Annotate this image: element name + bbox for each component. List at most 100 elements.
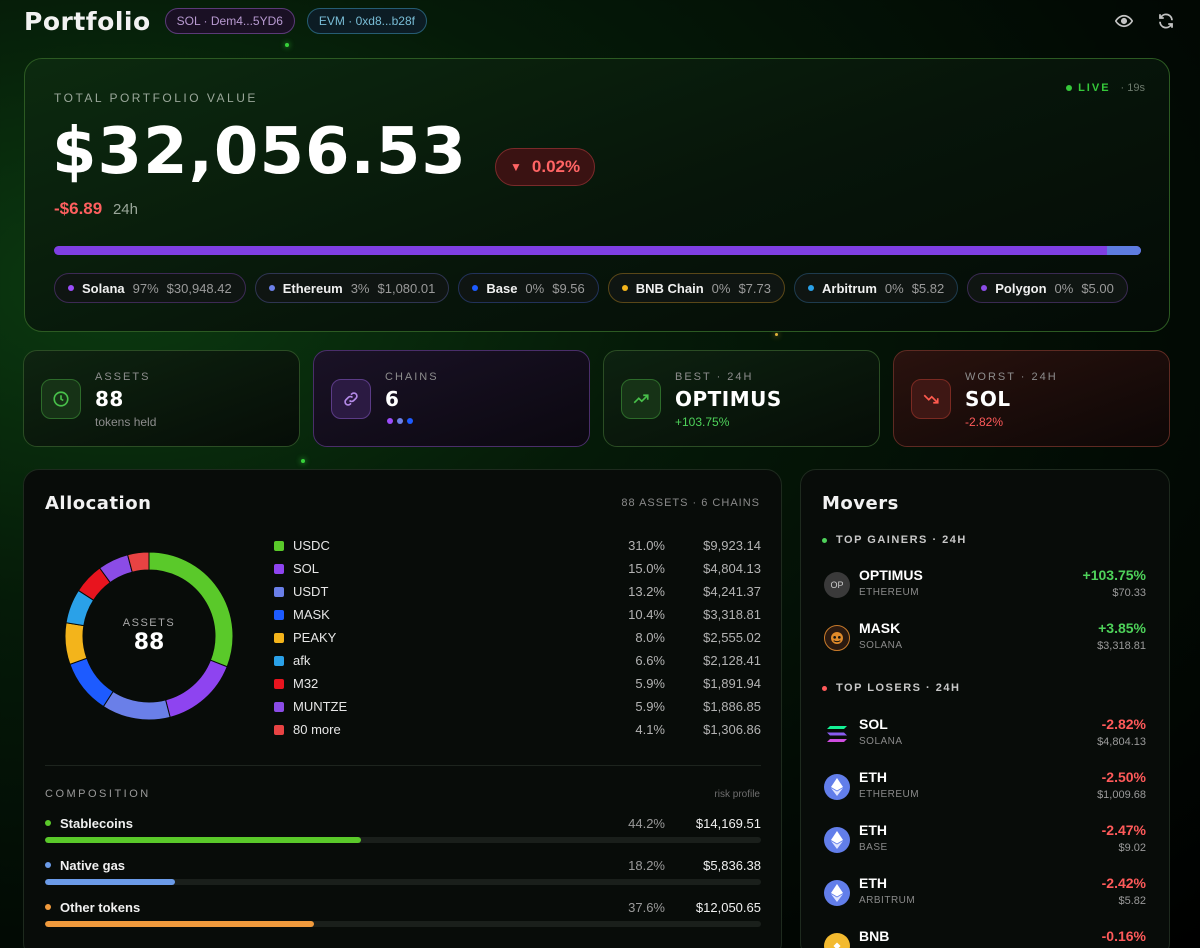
total-value: $32,056.53 (52, 115, 467, 189)
chain-dot-icon (808, 285, 814, 291)
eye-icon[interactable] (1114, 11, 1134, 31)
legend-swatch (274, 724, 284, 735)
chain-pct: 0% (1054, 280, 1074, 296)
legend-value: $4,241.37 (703, 584, 761, 599)
chain-chip-arbitrum[interactable]: Arbitrum 0% $5.82 (794, 273, 959, 303)
donut-center-label: ASSETS (122, 617, 176, 629)
composition-name: Other tokens (60, 899, 141, 915)
mover-row[interactable]: OP OPTIMUS ETHEREUM +103.75% $70.33 (822, 565, 1146, 605)
refresh-icon[interactable] (1156, 11, 1176, 31)
chain-chip-base[interactable]: Base 0% $9.56 (458, 273, 599, 303)
legend-name: SOL (293, 561, 320, 576)
composition-item: Other tokens 37.6% $12,050.65 (45, 898, 761, 927)
composition-item: Native gas 18.2% $5,836.38 (45, 856, 761, 885)
losers-dot-icon (822, 685, 827, 691)
legend-row[interactable]: afk 6.6% $2,128.41 (274, 649, 761, 672)
legend-swatch (274, 540, 284, 551)
allocation-legend: USDC 31.0% $9,923.14 SOL 15.0% $4,804.13 USDT 1… (274, 534, 761, 741)
legend-pct: 5.9% (635, 699, 665, 714)
composition-pct: 18.2% (628, 857, 665, 873)
mover-pct: -2.47% (1101, 822, 1146, 838)
legend-value: $1,886.85 (703, 699, 761, 714)
composition-name: Native gas (60, 857, 126, 873)
composition-row: Native gas 18.2% $5,836.38 (45, 856, 761, 874)
chain-chip-bnb-chain[interactable]: BNB Chain 0% $7.73 (607, 273, 785, 303)
composition-value: $5,836.38 (703, 857, 761, 873)
evm-address-chip[interactable]: EVM · 0xd8...b28f (306, 8, 427, 34)
live-dot-icon (1066, 85, 1073, 91)
mover-chain: BASE (859, 842, 888, 853)
allocation-panel: Allocation 88 ASSETS · 6 CHAINS ASSETS 8… (23, 469, 782, 948)
ethereum-icon (824, 774, 850, 800)
legend-row[interactable]: MUNTZE 5.9% $1,886.85 (274, 695, 761, 718)
best-label: BEST · 24H (675, 371, 754, 383)
legend-row[interactable]: PEAKY 8.0% $2,555.02 (274, 626, 761, 649)
chain-dot-icon (981, 285, 988, 291)
movers-title: Movers (822, 493, 899, 514)
mover-chain: ETHEREUM (859, 587, 920, 598)
legend-value: $2,555.02 (703, 630, 761, 645)
chain-value: $5.82 (911, 280, 945, 296)
clock-icon (41, 379, 81, 419)
mover-value: $70.33 (1112, 587, 1146, 599)
legend-value: $4,804.13 (703, 561, 761, 576)
mover-row[interactable]: ETH ETHEREUM -2.50% $1,009.68 (822, 767, 1146, 807)
composition-dot-icon (45, 862, 51, 868)
assets-sub: tokens held (95, 415, 157, 429)
bg-dot (301, 459, 305, 463)
chain-value: $1,080.01 (377, 280, 436, 296)
mover-row[interactable]: SOL SOLANA -2.82% $4,804.13 (822, 714, 1146, 754)
mover-row[interactable]: MASK SOLANA +3.85% $3,318.81 (822, 618, 1146, 658)
donut-center: ASSETS 88 (55, 542, 243, 730)
app-header: Portfolio SOL · Dem4...5YD6 EVM · 0xd8..… (24, 6, 1176, 36)
legend-swatch (274, 678, 284, 689)
link-icon (331, 379, 371, 419)
mover-value: $5.82 (1118, 895, 1146, 907)
chain-dot-icon (68, 285, 74, 291)
gainers-dot-icon (822, 537, 827, 543)
chain-chips: Solana 97% $30,948.42 Ethereum 3% $1,080.01 Ba… (54, 273, 1128, 303)
mover-pct: +103.75% (1082, 567, 1146, 583)
composition-dot-icon (45, 904, 51, 910)
donut-center-value: 88 (133, 630, 165, 655)
legend-value: $1,891.94 (703, 676, 761, 691)
change-abs: -$6.89 (54, 199, 103, 218)
chain-chip-ethereum[interactable]: Ethereum 3% $1,080.01 (254, 273, 450, 303)
legend-pct: 10.4% (628, 607, 665, 622)
gainers-label: TOP GAINERS · 24H (836, 534, 967, 546)
chain-chip-solana[interactable]: Solana 97% $30,948.42 (54, 273, 246, 303)
legend-value: $2,128.41 (703, 653, 761, 668)
chain-value: $9.56 (552, 280, 585, 296)
legend-row[interactable]: USDC 31.0% $9,923.14 (274, 534, 761, 557)
legend-name: afk (293, 653, 311, 668)
mover-row[interactable]: BNB -0.16% (822, 926, 1146, 948)
worst-sub: -2.82% (965, 415, 1004, 429)
best-sub: +103.75% (675, 415, 730, 429)
legend-row[interactable]: SOL 15.0% $4,804.13 (274, 557, 761, 580)
chain-distribution-segment (1107, 246, 1141, 255)
gainers-header: TOP GAINERS · 24H (822, 534, 967, 546)
down-triangle-icon: ▼ (510, 160, 522, 174)
legend-pct: 8.0% (635, 630, 665, 645)
composition-value: $14,169.51 (695, 815, 761, 831)
composition-pct: 44.2% (628, 815, 665, 831)
chain-chip-polygon[interactable]: Polygon 0% $5.00 (967, 273, 1128, 303)
mover-row[interactable]: ETH ARBITRUM -2.42% $5.82 (822, 873, 1146, 913)
total-value-label: TOTAL PORTFOLIO VALUE (54, 91, 258, 105)
chain-pct: 0% (884, 280, 904, 296)
legend-row[interactable]: 80 more 4.1% $1,306.86 (274, 718, 761, 741)
legend-row[interactable]: MASK 10.4% $3,318.81 (274, 603, 761, 626)
sol-address-chip[interactable]: SOL · Dem4...5YD6 (164, 8, 295, 34)
chain-dot-icon (621, 285, 628, 291)
bnb-icon (824, 933, 850, 948)
legend-value: $9,923.14 (703, 538, 761, 553)
legend-name: MUNTZE (293, 699, 348, 714)
change-pct: 0.02% (531, 157, 581, 176)
assets-card: ASSETS 88 tokens held (23, 350, 300, 447)
allocation-meta: 88 ASSETS · 6 CHAINS (621, 497, 760, 509)
legend-row[interactable]: USDT 13.2% $4,241.37 (274, 580, 761, 603)
composition-note: risk profile (714, 789, 760, 800)
mover-row[interactable]: ETH BASE -2.47% $9.02 (822, 820, 1146, 860)
mover-pct: +3.85% (1098, 620, 1146, 636)
legend-row[interactable]: M32 5.9% $1,891.94 (274, 672, 761, 695)
